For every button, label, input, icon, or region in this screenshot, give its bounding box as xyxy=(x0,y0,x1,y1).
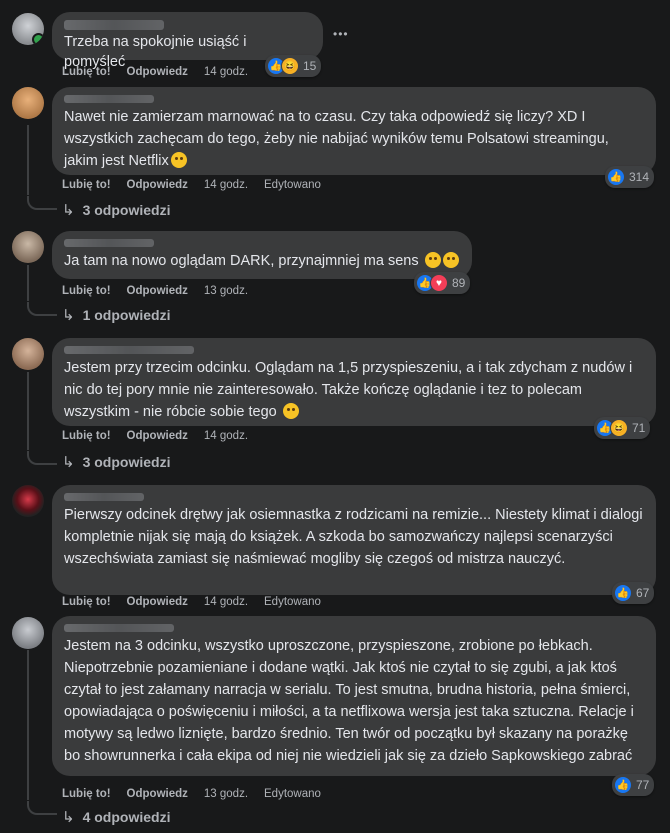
author-name-redacted[interactable] xyxy=(64,239,154,247)
replies-count: 1 odpowiedzi xyxy=(82,307,171,323)
replies-count: 3 odpowiedzi xyxy=(82,454,171,470)
thread-connector xyxy=(27,302,57,316)
reaction-summary[interactable]: 👍 67 xyxy=(612,582,655,604)
view-replies-link[interactable]: ↳ 3 odpowiedzi xyxy=(62,453,170,471)
confused-emoji-icon xyxy=(282,403,299,419)
comment-text-content: Jestem przy trzecim odcinku. Oglądam na … xyxy=(64,360,633,420)
comment-actions: Lubię to! Odpowiedz 13 godz. Edytowano xyxy=(62,788,337,800)
reply-arrow-icon: ↳ xyxy=(62,809,75,826)
like-reaction-icon: 👍 xyxy=(614,776,632,794)
thread-connector xyxy=(27,196,57,210)
haha-reaction-icon: 😆 xyxy=(281,57,299,75)
view-replies-link[interactable]: ↳ 3 odpowiedzi xyxy=(62,201,170,219)
comment-bubble: Trzeba na spokojnie usiąść i pomyśleć xyxy=(52,12,323,70)
thread-line xyxy=(27,372,29,450)
like-link[interactable]: Lubię to! xyxy=(62,66,111,78)
author-name-redacted[interactable] xyxy=(64,20,164,30)
avatar[interactable] xyxy=(12,617,44,649)
reply-link[interactable]: Odpowiedz xyxy=(127,596,188,608)
author-name-redacted[interactable] xyxy=(64,624,174,632)
reaction-count: 15 xyxy=(303,59,317,73)
thread-connector xyxy=(27,451,57,465)
reaction-count: 314 xyxy=(629,170,650,184)
like-link[interactable]: Lubię to! xyxy=(62,430,111,442)
author-name-redacted[interactable] xyxy=(64,346,194,354)
timestamp[interactable]: 14 godz. xyxy=(204,430,248,442)
like-link[interactable]: Lubię to! xyxy=(62,179,111,191)
smile-emoji-icon xyxy=(424,252,441,268)
edited-label: Edytowano xyxy=(264,788,321,800)
comment-actions: Lubię to! Odpowiedz 14 godz. Edytowano xyxy=(62,596,337,608)
reaction-count: 77 xyxy=(636,778,650,792)
comment-bubble: Jestem na 3 odcinku, wszystko uproszczon… xyxy=(52,616,656,776)
thread-line xyxy=(27,125,29,195)
avatar[interactable] xyxy=(12,231,44,263)
reply-link[interactable]: Odpowiedz xyxy=(127,430,188,442)
view-replies-link[interactable]: ↳ 1 odpowiedzi xyxy=(62,306,170,324)
love-reaction-icon: ♥ xyxy=(430,274,448,292)
thread-line xyxy=(27,265,29,301)
comment-bubble: Pierwszy odcinek drętwy jak osiemnastka … xyxy=(52,485,656,595)
smirk-emoji-icon xyxy=(170,152,187,168)
comment-bubble: Jestem przy trzecim odcinku. Oglądam na … xyxy=(52,338,656,426)
comment-text-content: Nawet nie zamierzam marnować na to czasu… xyxy=(64,109,609,169)
timestamp[interactable]: 14 godz. xyxy=(204,179,248,191)
more-options-icon[interactable]: ••• xyxy=(333,27,349,41)
reaction-summary[interactable]: 👍 😆 71 xyxy=(594,417,651,439)
reply-arrow-icon: ↳ xyxy=(62,454,75,471)
author-name-redacted[interactable] xyxy=(64,493,144,501)
comment-actions: Lubię to! Odpowiedz 13 godz. xyxy=(62,285,264,297)
reaction-summary[interactable]: 👍 314 xyxy=(605,166,655,188)
comment-text: Jestem na 3 odcinku, wszystko uproszczon… xyxy=(64,638,634,764)
timestamp[interactable]: 14 godz. xyxy=(204,66,248,78)
edited-label: Edytowano xyxy=(264,596,321,608)
author-name-redacted[interactable] xyxy=(64,95,154,103)
timestamp[interactable]: 13 godz. xyxy=(204,788,248,800)
timestamp[interactable]: 14 godz. xyxy=(204,596,248,608)
replies-count: 4 odpowiedzi xyxy=(82,809,171,825)
reply-link[interactable]: Odpowiedz xyxy=(127,788,188,800)
online-status-icon xyxy=(32,33,44,45)
thread-line xyxy=(27,650,29,800)
avatar[interactable] xyxy=(12,485,44,517)
comment-text-content: Ja tam na nowo oglądam DARK, przynajmnie… xyxy=(64,253,419,269)
reaction-count: 67 xyxy=(636,586,650,600)
reply-link[interactable]: Odpowiedz xyxy=(127,66,188,78)
comment-bubble: Nawet nie zamierzam marnować na to czasu… xyxy=(52,87,656,175)
avatar[interactable] xyxy=(12,87,44,119)
replies-count: 3 odpowiedzi xyxy=(82,202,171,218)
reaction-count: 89 xyxy=(452,276,466,290)
like-reaction-icon: 👍 xyxy=(614,584,632,602)
haha-reaction-icon: 😆 xyxy=(610,419,628,437)
like-link[interactable]: Lubię to! xyxy=(62,596,111,608)
comment-text: Jestem przy trzecim odcinku. Oglądam na … xyxy=(64,357,644,423)
comment-actions: Lubię to! Odpowiedz 14 godz. xyxy=(62,66,264,78)
like-reaction-icon: 👍 xyxy=(607,168,625,186)
comment-bubble: Ja tam na nowo oglądam DARK, przynajmnie… xyxy=(52,231,472,279)
smile-emoji-icon xyxy=(442,252,459,268)
edited-label: Edytowano xyxy=(264,179,321,191)
reply-arrow-icon: ↳ xyxy=(62,202,75,219)
avatar[interactable] xyxy=(12,13,44,45)
reply-link[interactable]: Odpowiedz xyxy=(127,285,188,297)
comment-actions: Lubię to! Odpowiedz 14 godz. xyxy=(62,430,264,442)
comment-text: Nawet nie zamierzam marnować na to czasu… xyxy=(64,106,644,172)
comment-text: Ja tam na nowo oglądam DARK, przynajmnie… xyxy=(64,250,460,272)
reaction-count: 71 xyxy=(632,421,646,435)
timestamp[interactable]: 13 godz. xyxy=(204,285,248,297)
view-replies-link[interactable]: ↳ 4 odpowiedzi xyxy=(62,808,170,826)
comment-actions: Lubię to! Odpowiedz 14 godz. Edytowano xyxy=(62,179,337,191)
thread-connector xyxy=(27,801,57,815)
like-link[interactable]: Lubię to! xyxy=(62,788,111,800)
reply-arrow-icon: ↳ xyxy=(62,307,75,324)
comment-text: Pierwszy odcinek drętwy jak osiemnastka … xyxy=(64,507,643,567)
reaction-summary[interactable]: 👍 😆 15 xyxy=(265,55,322,77)
like-link[interactable]: Lubię to! xyxy=(62,285,111,297)
avatar[interactable] xyxy=(12,338,44,370)
reaction-summary[interactable]: 👍 ♥ 89 xyxy=(414,272,471,294)
reply-link[interactable]: Odpowiedz xyxy=(127,179,188,191)
reaction-summary[interactable]: 👍 77 xyxy=(612,774,655,796)
